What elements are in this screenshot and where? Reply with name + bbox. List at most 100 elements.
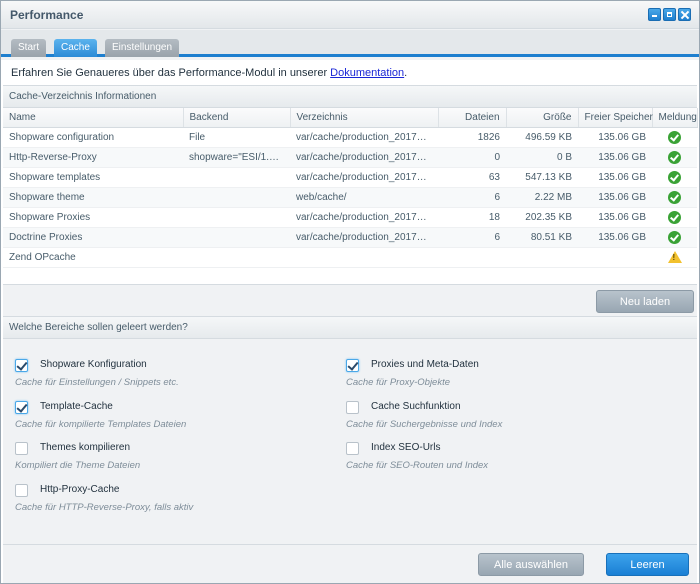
cell-groesse: 80.51 KB — [506, 227, 578, 248]
tab-bar: Start Cache Einstellungen — [1, 30, 699, 57]
cell-verzeichnis: web/cache/ — [290, 187, 438, 208]
checkbox[interactable] — [15, 442, 28, 455]
option-help: Cache für kompilierte Templates Dateien — [15, 419, 187, 430]
cell-meldung — [652, 247, 697, 268]
option-help: Kompiliert die Theme Dateien — [15, 460, 141, 471]
window-controls — [648, 8, 691, 21]
column-header-freier-speicher[interactable]: Freier Speicher — [578, 108, 653, 128]
tab-cache[interactable]: Cache — [54, 39, 97, 57]
cell-freier-speicher — [578, 247, 652, 268]
cell-meldung — [652, 147, 697, 168]
table-row[interactable]: Http-Reverse-Proxy shopware="ESI/1.0", .… — [3, 147, 697, 168]
checkbox[interactable] — [346, 401, 359, 414]
cell-meldung — [652, 167, 697, 188]
column-header-meldung[interactable]: Meldung — [652, 108, 698, 128]
cell-meldung — [652, 227, 697, 248]
checkbox-checked[interactable] — [15, 401, 28, 414]
close-icon[interactable] — [678, 8, 691, 21]
checkbox-checked[interactable] — [346, 359, 359, 372]
documentation-link[interactable]: Dokumentation — [330, 67, 404, 79]
check-circle-icon — [668, 210, 681, 224]
cell-dateien — [438, 247, 506, 268]
cell-dateien: 63 — [438, 167, 506, 188]
option-label: Shopware Konfiguration — [40, 359, 147, 370]
cell-dateien: 0 — [438, 147, 506, 168]
reload-button[interactable]: Neu laden — [596, 290, 694, 313]
cell-groesse: 2.22 MB — [506, 187, 578, 208]
option-label: Proxies und Meta-Daten — [371, 359, 479, 370]
tab-content: Erfahren Sie Genaueres über das Performa… — [1, 60, 699, 583]
cell-groesse: 496.59 KB — [506, 127, 578, 148]
cell-dateien: 6 — [438, 227, 506, 248]
option-label: Cache Suchfunktion — [371, 401, 461, 412]
cell-groesse: 202.35 KB — [506, 207, 578, 228]
cell-freier-speicher: 135.06 GB — [578, 187, 652, 208]
warning-icon — [667, 251, 682, 263]
cell-groesse — [506, 247, 578, 268]
check-circle-icon — [668, 150, 681, 164]
table-row[interactable]: Zend OPcache — [3, 247, 697, 268]
tab-start[interactable]: Start — [11, 39, 47, 57]
column-header-dateien[interactable]: Dateien — [438, 108, 507, 128]
info-suffix: . — [404, 67, 408, 79]
window-title: Performance — [10, 8, 84, 22]
column-header-name[interactable]: Name — [3, 108, 184, 128]
column-header-backend[interactable]: Backend — [183, 108, 291, 128]
option-help: Cache für HTTP-Reverse-Proxy, falls akti… — [15, 502, 194, 513]
check-circle-icon — [668, 130, 681, 144]
cell-verzeichnis: var/cache/production_201705... — [290, 167, 438, 188]
cell-freier-speicher: 135.06 GB — [578, 207, 652, 228]
checkbox-checked[interactable] — [15, 359, 28, 372]
checkbox[interactable] — [15, 484, 28, 497]
column-header-groesse[interactable]: Größe — [506, 108, 579, 128]
option-help: Cache für Einstellungen / Snippets etc. — [15, 377, 179, 388]
table-row[interactable]: Doctrine Proxies var/cache/production_20… — [3, 227, 697, 248]
cell-meldung — [652, 127, 697, 148]
cache-toolbar: Neu laden — [3, 284, 697, 316]
info-text: Erfahren Sie Genaueres über das Performa… — [11, 67, 331, 79]
cell-freier-speicher: 135.06 GB — [578, 227, 652, 248]
cell-backend: shopware="ESI/1.0", ... — [183, 147, 290, 168]
cell-backend — [183, 207, 290, 228]
table-row[interactable]: Shopware theme web/cache/ 6 2.22 MB 135.… — [3, 187, 697, 208]
cell-meldung — [652, 207, 697, 228]
cell-dateien: 1826 — [438, 127, 506, 148]
cell-name: Shopware theme — [3, 187, 183, 208]
cell-verzeichnis: var/cache/production_201705... — [290, 227, 438, 248]
cell-dateien: 6 — [438, 187, 506, 208]
maximize-icon[interactable] — [663, 8, 676, 21]
table-row[interactable]: Shopware templates var/cache/production_… — [3, 167, 697, 188]
cell-name: Doctrine Proxies — [3, 227, 183, 248]
cell-groesse: 547.13 KB — [506, 167, 578, 188]
cell-backend — [183, 227, 290, 248]
title-bar[interactable]: Performance — [1, 1, 699, 29]
cell-freier-speicher: 135.06 GB — [578, 147, 652, 168]
option-help: Cache für Proxy-Objekte — [346, 377, 451, 388]
option-label: Themes kompilieren — [40, 442, 131, 453]
cell-verzeichnis: var/cache/production_201705... — [290, 207, 438, 228]
cell-dateien: 18 — [438, 207, 506, 228]
cell-verzeichnis — [290, 247, 438, 268]
table-row[interactable]: Shopware Proxies var/cache/production_20… — [3, 207, 697, 228]
cell-freier-speicher: 135.06 GB — [578, 167, 652, 188]
cell-groesse: 0 B — [506, 147, 578, 168]
clear-panel-title: Welche Bereiche sollen geleert werden? — [3, 316, 697, 339]
cell-freier-speicher: 135.06 GB — [578, 127, 652, 148]
check-circle-icon — [668, 230, 681, 244]
clear-toolbar: Alle auswählen Leeren — [3, 544, 697, 583]
cell-name: Shopware templates — [3, 167, 183, 188]
cell-backend: File — [183, 127, 290, 148]
cell-name: Http-Reverse-Proxy — [3, 147, 183, 168]
check-circle-icon — [668, 170, 681, 184]
info-line: Erfahren Sie Genaueres über das Performa… — [11, 67, 407, 79]
tab-einstellungen[interactable]: Einstellungen — [105, 39, 180, 57]
clear-button[interactable]: Leeren — [606, 553, 689, 576]
table-row[interactable]: Shopware configuration File var/cache/pr… — [3, 127, 697, 148]
column-header-verzeichnis[interactable]: Verzeichnis — [290, 108, 439, 128]
minimize-icon[interactable] — [648, 8, 661, 21]
cell-verzeichnis: var/cache/production_201705... — [290, 127, 438, 148]
clear-options: Shopware Konfiguration Cache für Einstel… — [3, 339, 697, 544]
select-all-button[interactable]: Alle auswählen — [478, 553, 584, 576]
cell-backend — [183, 187, 290, 208]
checkbox[interactable] — [346, 442, 359, 455]
